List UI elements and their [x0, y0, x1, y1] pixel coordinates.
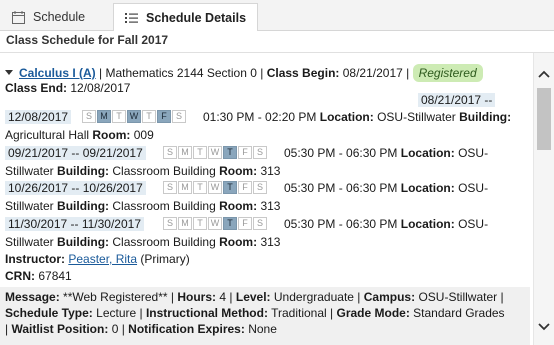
tab-bar: Schedule Schedule Details — [0, 0, 554, 32]
day-sunday: S — [82, 110, 96, 123]
tab-schedule-label: Schedule — [33, 10, 86, 24]
scroll-down-arrow-icon[interactable] — [538, 320, 550, 331]
meeting-3-date-range: 10/26/2017 -- 10/26/2017 — [5, 180, 146, 196]
details-row-2: Schedule Type: Lecture | Instructional M… — [5, 306, 505, 320]
day-sunday: S — [163, 217, 177, 230]
day-friday: F — [157, 110, 171, 123]
day-thursday: T — [223, 181, 237, 194]
tab-schedule-details[interactable]: Schedule Details — [113, 3, 259, 32]
day-monday: M — [178, 181, 192, 194]
day-saturday: S — [253, 181, 267, 194]
course-name-link[interactable]: Calculus I (A) — [19, 66, 96, 80]
separator: | — [256, 66, 267, 80]
meeting-1-date-end: 12/08/2017 — [5, 109, 72, 125]
day-saturday: S — [172, 110, 186, 123]
meeting-4-days: S M T W T F S — [163, 217, 267, 230]
meeting-1-days: S M T W T F S — [82, 110, 186, 123]
class-end-value: 12/08/2017 — [70, 81, 131, 95]
day-wednesday: W — [208, 146, 222, 159]
meeting-2-days: S M T W T F S — [163, 146, 267, 159]
meeting-2-date-range: 09/21/2017 -- 09/21/2017 — [5, 145, 146, 161]
meeting-1-building-room: Agricultural Hall Room: 009 — [5, 128, 154, 142]
day-wednesday: W — [208, 217, 222, 230]
meeting-2-time-location: 05:30 PM - 06:30 PM Location: OSU- — [284, 146, 489, 160]
instructor-link[interactable]: Peaster, Rita — [68, 252, 137, 266]
day-tuesday: T — [112, 110, 126, 123]
meeting-4-building-room: Stillwater Building: Classroom Building … — [5, 235, 281, 249]
tab-schedule-details-label: Schedule Details — [146, 10, 247, 25]
day-sunday: S — [163, 146, 177, 159]
meeting-1-date-start: 08/21/2017 -- — [418, 92, 496, 108]
separator: | — [402, 66, 413, 80]
details-row-1: Message: **Web Registered** | Hours: 4 |… — [5, 290, 504, 304]
class-begin-label: Class Begin: — [266, 66, 340, 80]
day-friday: F — [238, 217, 252, 230]
day-sunday: S — [163, 181, 177, 194]
details-row-3: | Waitlist Position: 0 | Notification Ex… — [5, 322, 277, 336]
day-tuesday: T — [193, 217, 207, 230]
day-monday: M — [178, 217, 192, 230]
crn-row: CRN: 67841 — [5, 269, 72, 283]
tab-schedule[interactable]: Schedule — [12, 3, 85, 31]
day-wednesday: W — [208, 181, 222, 194]
collapse-caret-icon[interactable] — [5, 70, 13, 75]
schedule-details-panel: Calculus I (A) | Mathematics 2144 Sectio… — [0, 53, 530, 345]
day-monday: M — [97, 110, 111, 123]
course-subject-section: Mathematics 2144 Section 0 — [105, 66, 257, 80]
meeting-time: 01:30 PM - 02:20 PM — [203, 110, 317, 124]
list-icon — [125, 12, 138, 24]
class-end-label: Class End: — [5, 81, 68, 95]
scrollbar-thumb[interactable] — [537, 88, 551, 150]
day-tuesday: T — [193, 181, 207, 194]
separator: | — [95, 66, 106, 80]
day-thursday: T — [223, 217, 237, 230]
calendar-icon — [12, 10, 25, 24]
meeting-2-building-room: Stillwater Building: Classroom Building … — [5, 164, 281, 178]
day-wednesday: W — [127, 110, 141, 123]
page-title: Class Schedule for Fall 2017 — [0, 31, 554, 53]
day-thursday: T — [142, 110, 156, 123]
class-begin-value: 08/21/2017 — [342, 66, 403, 80]
day-saturday: S — [253, 217, 267, 230]
instructor-row: Instructor: Peaster, Rita (Primary) — [5, 252, 190, 266]
day-tuesday: T — [193, 146, 207, 159]
meeting-3-building-room: Stillwater Building: Classroom Building … — [5, 199, 281, 213]
day-friday: F — [238, 146, 252, 159]
meeting-4-date-range: 11/30/2017 -- 11/30/2017 — [5, 216, 144, 232]
class-end-row: Class End: 12/08/2017 — [5, 80, 130, 96]
scroll-up-arrow-icon[interactable] — [538, 67, 550, 78]
day-saturday: S — [253, 146, 267, 159]
meeting-3-days: S M T W T F S — [163, 181, 267, 194]
day-monday: M — [178, 146, 192, 159]
status-badge: Registered — [412, 64, 483, 82]
meeting-3-time-location: 05:30 PM - 06:30 PM Location: OSU- — [284, 181, 489, 195]
day-thursday: T — [223, 146, 237, 159]
vertical-scrollbar[interactable] — [533, 53, 554, 345]
day-friday: F — [238, 181, 252, 194]
meeting-1-time-location: 01:30 PM - 02:20 PM Location: OSU-Stillw… — [203, 110, 512, 124]
meeting-4-time-location: 05:30 PM - 06:30 PM Location: OSU- — [284, 217, 489, 231]
